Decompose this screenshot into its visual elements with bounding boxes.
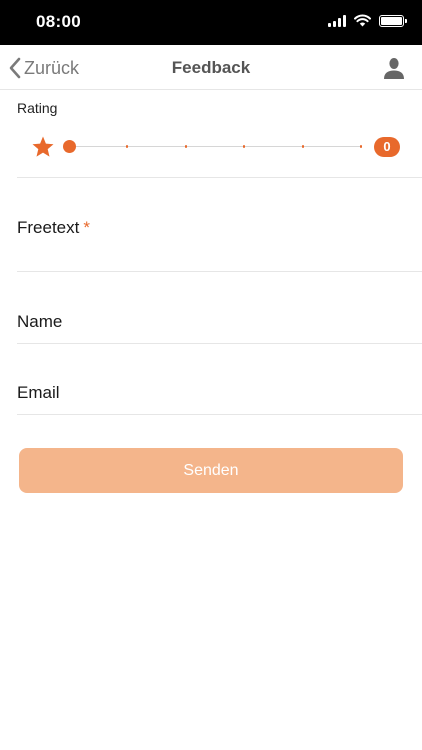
- wifi-icon: [354, 14, 371, 27]
- signal-icon: [328, 14, 346, 27]
- battery-icon: [379, 14, 407, 27]
- profile-button[interactable]: [382, 56, 406, 80]
- rating-slider-tick: [243, 145, 246, 148]
- person-icon: [384, 58, 404, 79]
- required-mark: *: [83, 218, 90, 237]
- email-input[interactable]: [87, 383, 407, 405]
- rating-slider-tick: [301, 145, 304, 148]
- status-bar: 08:00: [0, 0, 422, 45]
- status-time: 08:00: [36, 12, 81, 31]
- rating-label: Rating: [17, 100, 58, 116]
- rating-section: Rating 0: [17, 90, 422, 178]
- email-label: Email: [17, 383, 60, 402]
- name-label: Name: [17, 312, 63, 331]
- freetext-label-text: Freetext: [17, 218, 80, 237]
- star-icon: [32, 136, 54, 157]
- freetext-label: Freetext *: [17, 218, 90, 238]
- rating-slider[interactable]: [63, 140, 362, 153]
- freetext-input[interactable]: [17, 240, 407, 264]
- freetext-field: Freetext *: [17, 178, 422, 272]
- name-input[interactable]: [87, 312, 407, 334]
- name-field: Name: [17, 272, 422, 344]
- rating-slider-tick: [360, 145, 362, 148]
- page-title: Feedback: [171, 58, 251, 77]
- rating-slider-tick: [126, 145, 129, 148]
- submit-button[interactable]: Senden: [19, 448, 403, 493]
- rating-slider-tick: [184, 145, 187, 148]
- email-field: Email: [17, 344, 422, 415]
- nav-bar: Zurück Feedback: [0, 45, 422, 90]
- status-icons: [328, 14, 407, 27]
- rating-slider-thumb[interactable]: [63, 140, 76, 153]
- rating-value-badge: 0: [374, 137, 400, 157]
